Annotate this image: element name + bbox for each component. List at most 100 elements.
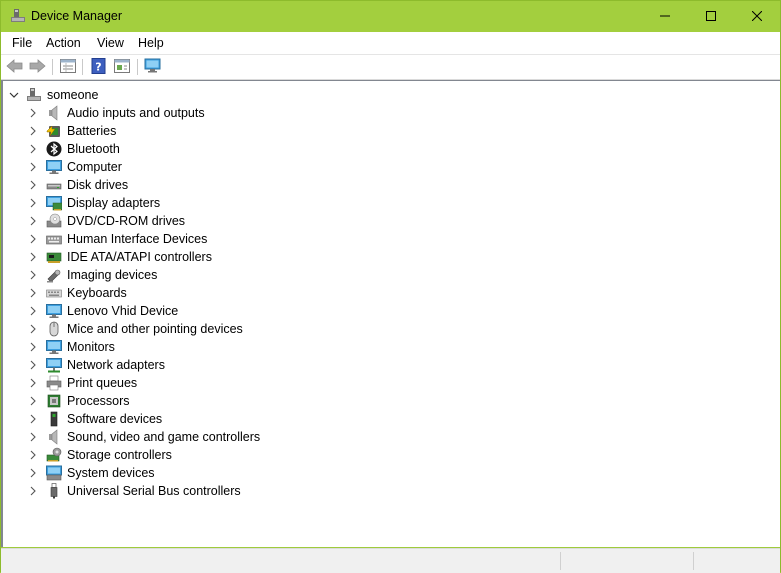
tree-category-item[interactable]: DVD/CD-ROM drives (28, 212, 185, 230)
tree-category-label: Mice and other pointing devices (67, 322, 243, 336)
minimize-button[interactable] (642, 1, 688, 32)
menu-file[interactable]: File (12, 36, 32, 50)
tree-category-item[interactable]: Audio inputs and outputs (28, 104, 205, 122)
chevron-right-icon[interactable] (28, 486, 38, 496)
toolbar-separator (82, 59, 83, 75)
tree-category-item[interactable]: Software devices (28, 410, 162, 428)
monitor-icon (46, 303, 62, 319)
scan-hardware-button[interactable] (144, 58, 162, 76)
speaker-icon (46, 429, 62, 445)
menu-bar: File Action View Help (1, 32, 780, 55)
tree-category-item[interactable]: Lenovo Vhid Device (28, 302, 178, 320)
chevron-right-icon[interactable] (28, 360, 38, 370)
help-button[interactable]: ? (90, 57, 108, 77)
display-adapter-icon (46, 195, 63, 211)
menu-help[interactable]: Help (138, 36, 164, 50)
tree-category-item[interactable]: Bluetooth (28, 140, 120, 158)
toolbar-separator (52, 59, 53, 75)
help-icon: ? (91, 57, 107, 77)
tree-category-item[interactable]: IDE ATA/ATAPI controllers (28, 248, 212, 266)
window-title: Device Manager (31, 9, 123, 23)
tree-category-label: Imaging devices (67, 268, 158, 282)
tree-category-label: Audio inputs and outputs (67, 106, 205, 120)
chevron-right-icon[interactable] (28, 468, 38, 478)
chevron-right-icon[interactable] (28, 306, 38, 316)
update-driver-button[interactable] (113, 58, 131, 76)
chevron-right-icon[interactable] (28, 144, 38, 154)
tree-category-label: Software devices (67, 412, 163, 426)
chevron-right-icon[interactable] (28, 180, 38, 190)
tree-category-label: System devices (67, 466, 155, 480)
tree-category-item[interactable]: Sound, video and game controllers (28, 428, 260, 446)
tree-category-item[interactable]: Storage controllers (28, 446, 172, 464)
tree-category-item[interactable]: Computer (28, 158, 122, 176)
tree-category-label: Bluetooth (67, 142, 120, 156)
forward-button[interactable] (28, 58, 46, 76)
tree-category-label: Network adapters (67, 358, 165, 372)
properties-sheet-icon (60, 58, 76, 76)
title-bar[interactable]: Device Manager (1, 1, 780, 32)
tree-category-item[interactable]: Monitors (28, 338, 115, 356)
processor-icon (46, 393, 62, 409)
tree-root-item[interactable]: someone (9, 86, 98, 104)
tree-category-item[interactable]: Batteries (28, 122, 116, 140)
camera-icon (46, 267, 62, 283)
tree-category-label: Keyboards (67, 286, 127, 300)
chevron-right-icon[interactable] (28, 396, 38, 406)
close-button[interactable] (734, 1, 780, 32)
chevron-right-icon[interactable] (28, 450, 38, 460)
tree-category-item[interactable]: Processors (28, 392, 130, 410)
chevron-right-icon[interactable] (28, 324, 38, 334)
chevron-down-icon[interactable] (9, 90, 19, 100)
computer-icon (46, 159, 62, 175)
tree-category-label: Processors (67, 394, 130, 408)
tree-category-item[interactable]: Network adapters (28, 356, 165, 374)
menu-view[interactable]: View (97, 36, 124, 50)
tree-category-label: Universal Serial Bus controllers (67, 484, 241, 498)
tree-category-item[interactable]: Keyboards (28, 284, 127, 302)
chevron-right-icon[interactable] (28, 198, 38, 208)
tree-category-item[interactable]: Mice and other pointing devices (28, 320, 243, 338)
tree-category-item[interactable]: Print queues (28, 374, 137, 392)
chevron-right-icon[interactable] (28, 126, 38, 136)
chevron-right-icon[interactable] (28, 216, 38, 226)
toolbar-separator (137, 59, 138, 75)
tree-category-label: Sound, video and game controllers (67, 430, 261, 444)
chevron-right-icon[interactable] (28, 234, 38, 244)
tree-category-item[interactable]: Human Interface Devices (28, 230, 207, 248)
network-adapter-icon (46, 357, 62, 373)
tree-category-item[interactable]: Display adapters (28, 194, 160, 212)
maximize-button[interactable] (688, 1, 734, 32)
software-device-icon (46, 411, 62, 427)
disk-drive-icon (46, 177, 62, 193)
ide-controller-icon (46, 249, 62, 265)
tree-category-item[interactable]: Imaging devices (28, 266, 157, 284)
dvd-drive-icon (46, 213, 62, 229)
back-arrow-icon (6, 58, 24, 77)
chevron-right-icon[interactable] (28, 108, 38, 118)
chevron-right-icon[interactable] (28, 432, 38, 442)
chevron-right-icon[interactable] (28, 162, 38, 172)
printer-icon (46, 375, 62, 391)
tree-category-item[interactable]: Disk drives (28, 176, 128, 194)
device-tree-view[interactable]: someone Audio inputs and outputs Batterie… (1, 80, 780, 547)
status-bar (1, 548, 780, 573)
status-bar-separator (560, 552, 561, 570)
tree-category-item[interactable]: System devices (28, 464, 155, 482)
back-button[interactable] (6, 58, 24, 76)
tree-category-item[interactable]: Universal Serial Bus controllers (28, 482, 241, 500)
tree-category-label: IDE ATA/ATAPI controllers (67, 250, 212, 264)
menu-action[interactable]: Action (46, 36, 81, 50)
device-manager-app-icon (10, 8, 26, 24)
chevron-right-icon[interactable] (28, 378, 38, 388)
device-manager-window: Device Manager File Action View Help ? s… (0, 0, 781, 573)
properties-button[interactable] (59, 58, 77, 76)
chevron-right-icon[interactable] (28, 270, 38, 280)
chevron-right-icon[interactable] (28, 288, 38, 298)
tree-category-label: Disk drives (67, 178, 129, 192)
forward-arrow-icon (28, 58, 46, 77)
chevron-right-icon[interactable] (28, 252, 38, 262)
battery-icon (46, 123, 62, 139)
chevron-right-icon[interactable] (28, 414, 38, 424)
chevron-right-icon[interactable] (28, 342, 38, 352)
